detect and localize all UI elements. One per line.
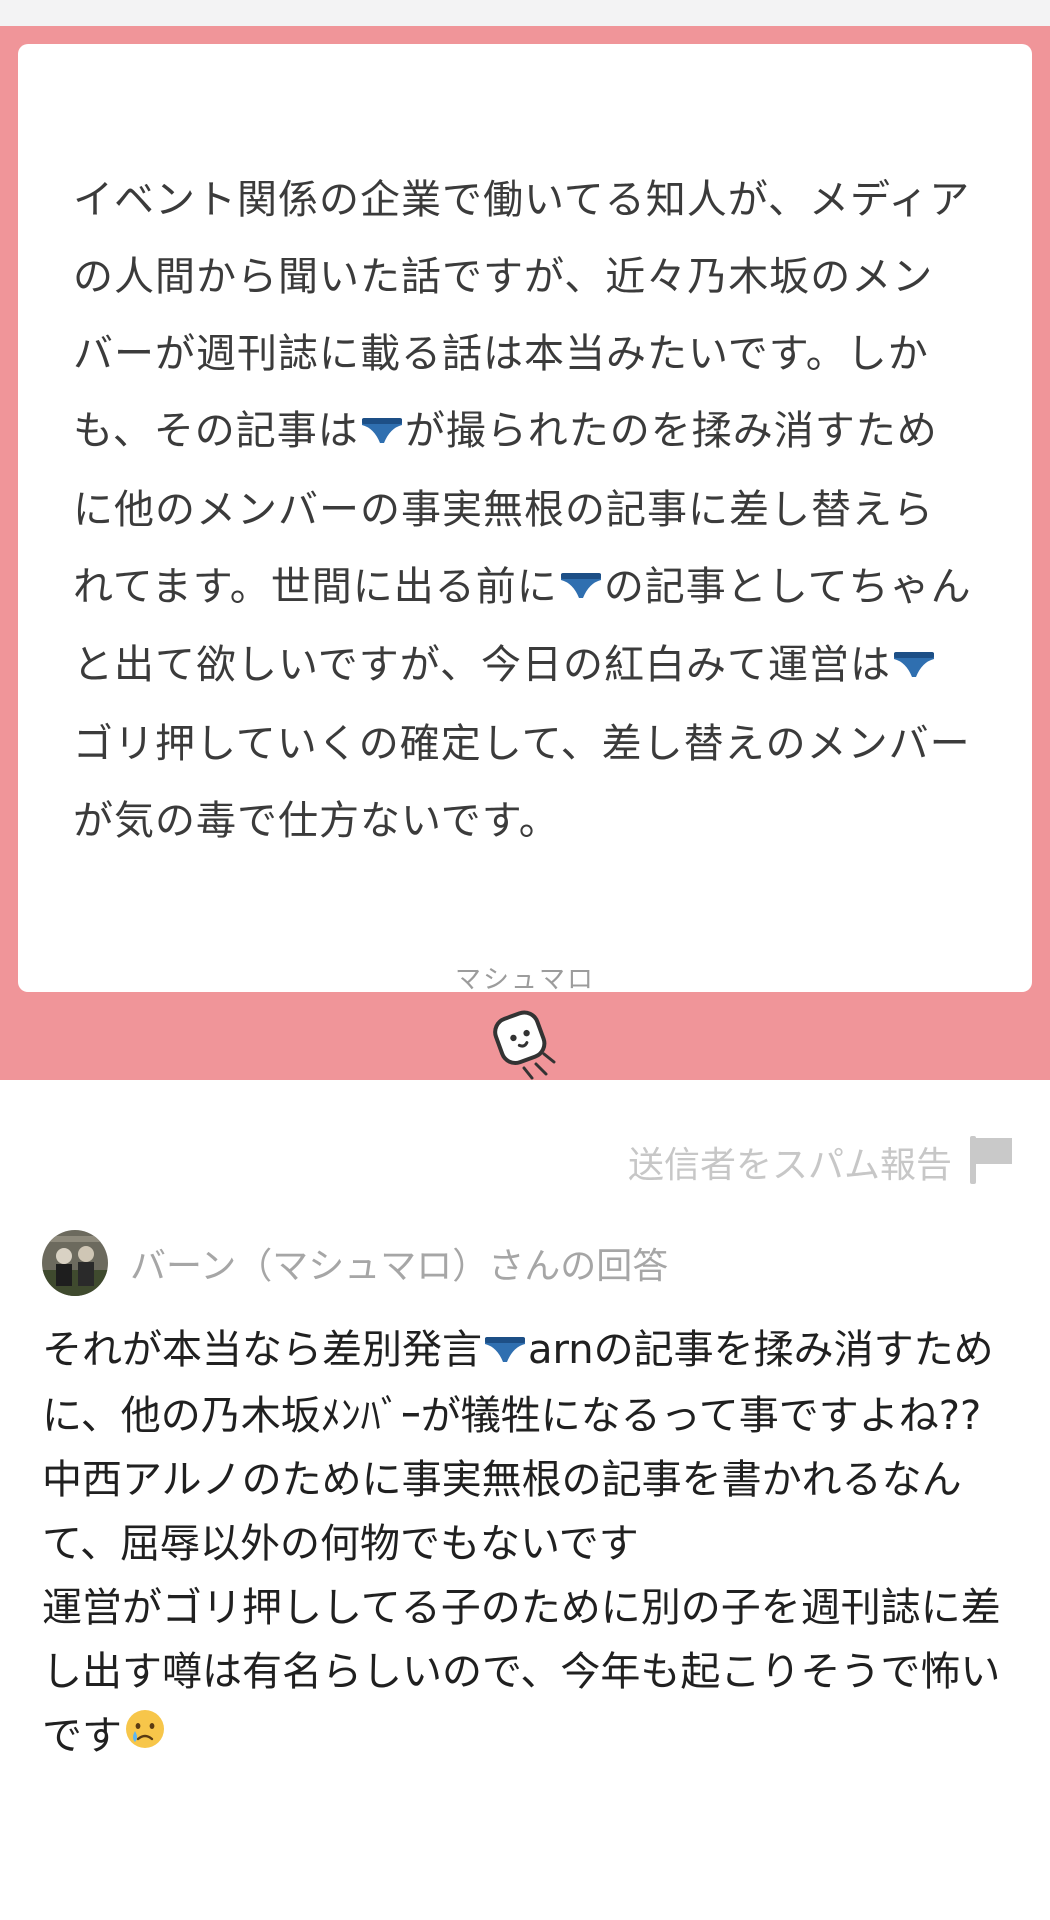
- blue-briefs-emoji: [360, 395, 404, 472]
- blue-briefs-emoji: [483, 1320, 527, 1384]
- marshmallow-logo-icon: [488, 1002, 564, 1082]
- blue-briefs-emoji: [892, 629, 936, 706]
- blue-briefs-emoji: [559, 550, 603, 627]
- question-text: イベント関係の企業で働いてる知人が、メディアの人間から聞いた話ですが、近々乃木坂…: [73, 177, 972, 844]
- answerer-name: バーン（マシュマロ）さんの回答: [130, 1246, 669, 1287]
- crying-face-emoji: [123, 1706, 167, 1770]
- top-status-strip: [0, 0, 1050, 26]
- answer-header: バーン（マシュマロ）さんの回答: [42, 1230, 668, 1296]
- answer-text: それが本当なら差別発言 arnの記事を揉み消すために、他の乃木坂ﾒﾝﾊﾞｰが犠牲に…: [42, 1318, 1012, 1770]
- avatar[interactable]: [42, 1230, 108, 1296]
- question-card: イベント関係の企業で働いてる知人が、メディアの人間から聞いた話ですが、近々乃木坂…: [18, 44, 1032, 995]
- question-panel: イベント関係の企業で働いてる知人が、メディアの人間から聞いた話ですが、近々乃木坂…: [0, 26, 1050, 1080]
- flag-icon: [966, 1134, 1016, 1190]
- report-spam-label: 送信者をスパム報告: [627, 1145, 952, 1186]
- report-spam-link[interactable]: 送信者をスパム報告: [628, 1134, 1016, 1190]
- brand-label: マシュマロ: [454, 965, 595, 995]
